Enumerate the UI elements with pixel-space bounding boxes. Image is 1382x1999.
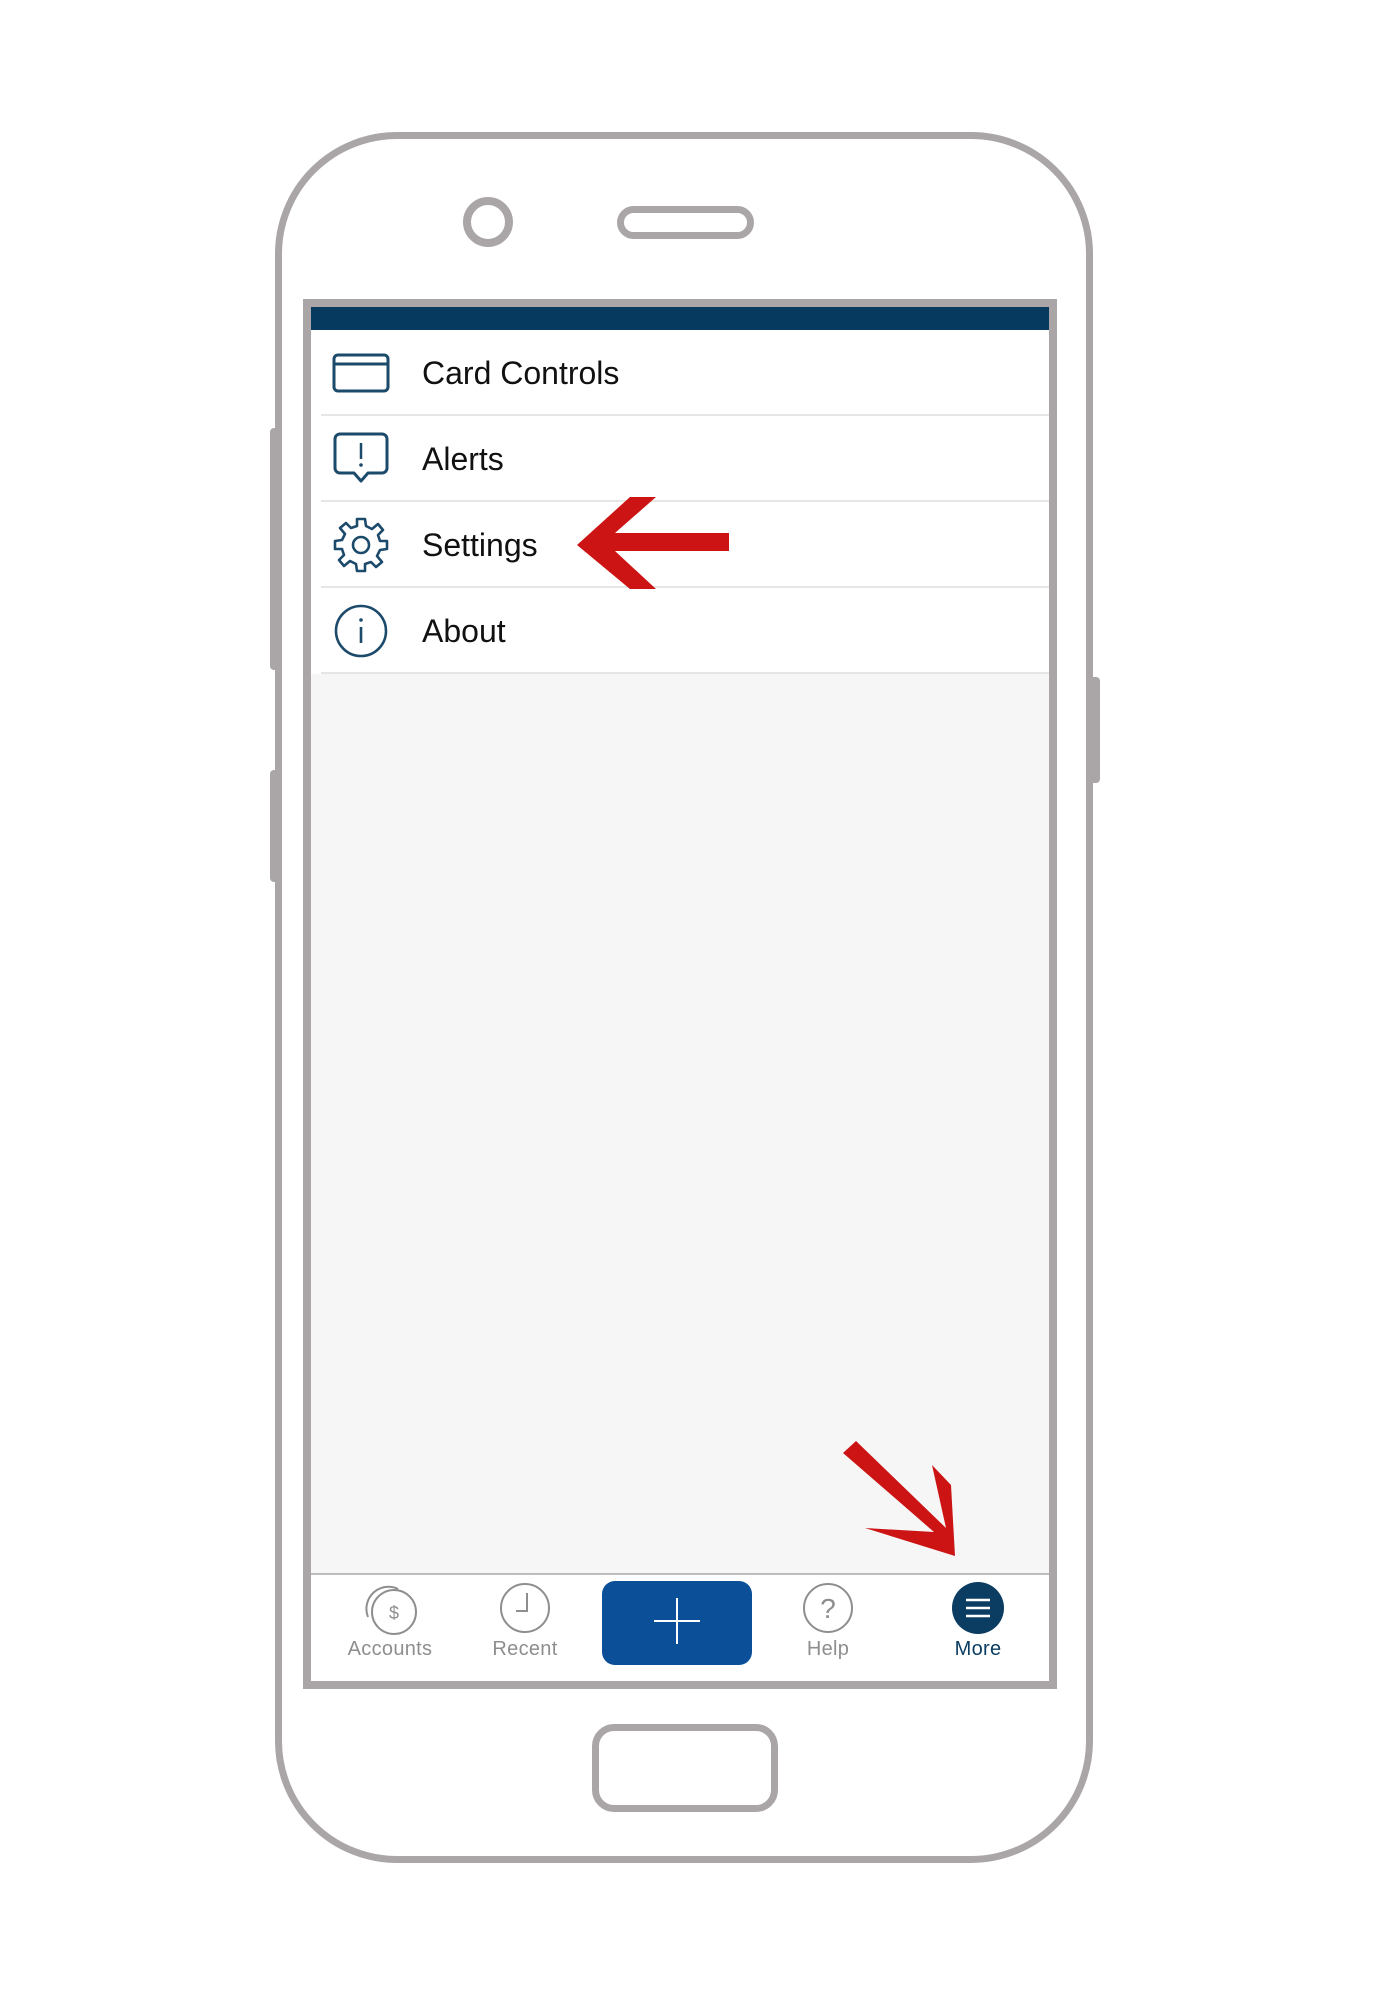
coins-dollar-icon: $ <box>358 1581 422 1641</box>
tab-label: More <box>954 1638 1002 1660</box>
front-camera <box>463 197 513 247</box>
add-button[interactable] <box>602 1581 752 1665</box>
gear-icon <box>331 515 391 575</box>
tab-accounts[interactable]: $ Accounts <box>325 1575 455 1681</box>
menu-item-label: Settings <box>422 526 538 563</box>
tab-label: Accounts <box>347 1638 433 1660</box>
svg-text:?: ? <box>820 1593 836 1624</box>
more-menu-list: Card Controls Alerts Settings About <box>311 330 1049 674</box>
home-button[interactable] <box>592 1724 778 1812</box>
question-circle-icon: ? <box>796 1581 860 1641</box>
tab-label: Recent <box>492 1638 558 1660</box>
svg-text:$: $ <box>389 1603 399 1623</box>
menu-item-alerts[interactable]: Alerts <box>311 416 1049 502</box>
plus-icon <box>652 1596 702 1651</box>
header-bar <box>311 307 1049 330</box>
credit-card-icon <box>331 343 391 403</box>
phone-screen: Card Controls Alerts Settings About $ Ac… <box>303 299 1057 1689</box>
clock-icon <box>493 1581 557 1641</box>
earpiece-speaker <box>617 206 754 239</box>
tab-recent[interactable]: Recent <box>460 1575 590 1681</box>
info-icon <box>331 601 391 661</box>
hamburger-menu-icon <box>946 1581 1010 1641</box>
alert-bubble-icon <box>331 429 391 489</box>
menu-item-label: About <box>422 612 506 649</box>
menu-item-card-controls[interactable]: Card Controls <box>311 330 1049 416</box>
menu-item-label: Alerts <box>422 440 504 477</box>
menu-item-settings[interactable]: Settings <box>311 502 1049 588</box>
tab-label: Help <box>806 1638 850 1660</box>
menu-item-label: Card Controls <box>422 354 620 391</box>
tab-help[interactable]: ? Help <box>763 1575 893 1681</box>
bottom-tab-bar: $ Accounts Recent ? Help More <box>311 1573 1049 1681</box>
tab-more[interactable]: More <box>913 1575 1043 1681</box>
menu-item-about[interactable]: About <box>311 588 1049 674</box>
